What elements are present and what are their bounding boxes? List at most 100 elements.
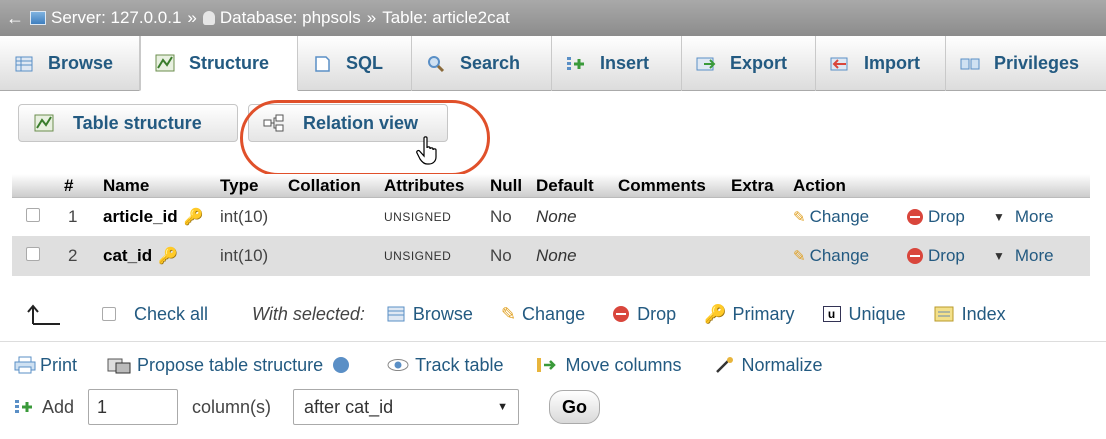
- tab-structure[interactable]: Structure: [140, 36, 298, 91]
- row-num: 2: [68, 246, 78, 265]
- breadcrumb-server[interactable]: Server: 127.0.0.1: [51, 8, 181, 28]
- move-columns-icon: [536, 358, 556, 372]
- go-button[interactable]: Go: [549, 390, 601, 424]
- bulk-index-button[interactable]: Index: [934, 304, 1006, 325]
- main-tabs: Browse Structure SQL Search Insert Expor…: [0, 36, 1106, 91]
- row-checkbox[interactable]: [26, 247, 40, 261]
- tab-browse[interactable]: Browse: [0, 36, 140, 91]
- bulk-primary-button[interactable]: 🔑 Primary: [704, 304, 794, 325]
- export-icon: [696, 55, 716, 73]
- tab-import[interactable]: Import: [816, 36, 946, 91]
- breadcrumb-separator: »: [366, 8, 377, 27]
- drop-label: Drop: [928, 246, 965, 265]
- back-arrow-icon[interactable]: ←: [0, 8, 30, 29]
- header-attributes: Attributes: [384, 175, 465, 195]
- drop-label: Drop: [928, 207, 965, 226]
- privileges-icon: [960, 55, 980, 73]
- bulk-change-button[interactable]: ✎ Change: [501, 304, 585, 325]
- header-null: Null: [490, 175, 523, 195]
- tab-label: Browse: [48, 53, 114, 73]
- breadcrumb-database[interactable]: Database: phpsols: [220, 8, 361, 28]
- more-button[interactable]: ▼ More: [993, 246, 1054, 266]
- primary-key-icon: 🔑: [183, 209, 204, 226]
- row-checkbox[interactable]: [26, 208, 40, 222]
- bulk-browse-button[interactable]: Browse: [387, 304, 473, 325]
- table-row: 1 article_id 🔑 int(10) UNSIGNED No None ✎…: [12, 198, 1090, 236]
- drop-button[interactable]: Drop: [907, 207, 993, 227]
- change-label: Change: [809, 246, 870, 265]
- row-num: 1: [68, 207, 78, 226]
- print-link[interactable]: Print: [14, 355, 77, 376]
- subtab-table-structure[interactable]: Table structure: [18, 104, 238, 142]
- column-null: No: [490, 207, 512, 226]
- drop-button[interactable]: Drop: [907, 246, 993, 266]
- tab-sql[interactable]: SQL: [298, 36, 412, 91]
- breadcrumb: ← Server: 127.0.0.1 » Database: phpsols …: [0, 0, 1106, 188]
- move-columns-link[interactable]: Move columns: [536, 355, 682, 376]
- print-label: Print: [40, 354, 78, 375]
- bulk-index-label: Index: [961, 303, 1006, 324]
- change-label: Change: [809, 207, 870, 226]
- change-button[interactable]: ✎ Change: [793, 246, 907, 266]
- bulk-primary-label: Primary: [732, 303, 795, 324]
- breadcrumb-table[interactable]: Table: article2cat: [382, 8, 510, 28]
- check-all-checkbox[interactable]: [102, 307, 116, 321]
- change-button[interactable]: ✎ Change: [793, 207, 907, 227]
- structure-table: # Name Type Collation Attributes Null De…: [12, 174, 1090, 276]
- chevron-down-icon: ▼: [993, 210, 1005, 224]
- drop-icon: [613, 306, 630, 322]
- bulk-browse-label: Browse: [412, 303, 473, 324]
- header-collation: Collation: [288, 175, 361, 195]
- index-icon: [934, 306, 954, 322]
- column-type: int(10): [220, 207, 269, 226]
- more-label: More: [1014, 246, 1054, 265]
- more-label: More: [1014, 207, 1054, 226]
- bulk-drop-label: Drop: [637, 303, 677, 324]
- primary-key-icon: 🔑: [704, 303, 727, 324]
- pencil-icon: ✎: [500, 303, 517, 324]
- printer-icon: [14, 356, 36, 374]
- table-row: 2 cat_id 🔑 int(10) UNSIGNED No None ✎ Chan…: [12, 236, 1090, 276]
- arrow-up-left-icon: [27, 304, 60, 325]
- drop-icon: [907, 209, 923, 225]
- normalize-label: Normalize: [741, 354, 823, 375]
- tab-label: Privileges: [994, 53, 1080, 73]
- tab-privileges[interactable]: Privileges: [946, 36, 1106, 91]
- tab-label: Export: [730, 53, 788, 73]
- help-icon[interactable]: [333, 357, 350, 373]
- move-label: Move columns: [565, 354, 682, 375]
- more-button[interactable]: ▼ More: [993, 207, 1054, 227]
- search-icon: [426, 55, 446, 73]
- tab-label: Structure: [189, 52, 270, 73]
- column-name: article_id: [103, 207, 178, 226]
- primary-key-icon: 🔑: [158, 248, 179, 265]
- tab-insert[interactable]: Insert: [552, 36, 682, 91]
- check-all-link[interactable]: Check all: [134, 304, 208, 325]
- bulk-unique-label: Unique: [848, 303, 906, 324]
- add-label: Add: [42, 396, 75, 417]
- column-position-select[interactable]: after cat_id ▼: [293, 389, 520, 425]
- browse-icon: [387, 306, 405, 322]
- column-null: No: [490, 246, 512, 265]
- header-type: Type: [220, 175, 259, 195]
- bulk-drop-button[interactable]: Drop: [613, 304, 676, 325]
- tab-search[interactable]: Search: [412, 36, 552, 91]
- bulk-unique-button[interactable]: u Unique: [822, 303, 906, 325]
- drop-icon: [907, 248, 923, 264]
- normalize-link[interactable]: Normalize: [714, 355, 823, 376]
- structure-icon: [155, 54, 175, 72]
- track-table-link[interactable]: Track table: [387, 355, 504, 376]
- dropdown-arrow-icon: ▼: [497, 401, 509, 413]
- header-extra: Extra: [731, 175, 774, 195]
- insert-icon: [15, 400, 32, 413]
- add-column-form: Add 1 column(s) after cat_id ▼ Go: [14, 387, 1094, 427]
- header-name[interactable]: Name: [92, 176, 220, 196]
- sql-icon: [312, 55, 332, 73]
- column-count-input[interactable]: 1: [88, 389, 179, 425]
- column-position-value: after cat_id: [304, 396, 394, 417]
- eye-icon: [387, 359, 409, 371]
- column-attributes: UNSIGNED: [384, 249, 452, 263]
- propose-structure-link[interactable]: Propose table structure: [107, 355, 350, 376]
- columns-label: column(s): [192, 396, 272, 417]
- tab-export[interactable]: Export: [682, 36, 816, 91]
